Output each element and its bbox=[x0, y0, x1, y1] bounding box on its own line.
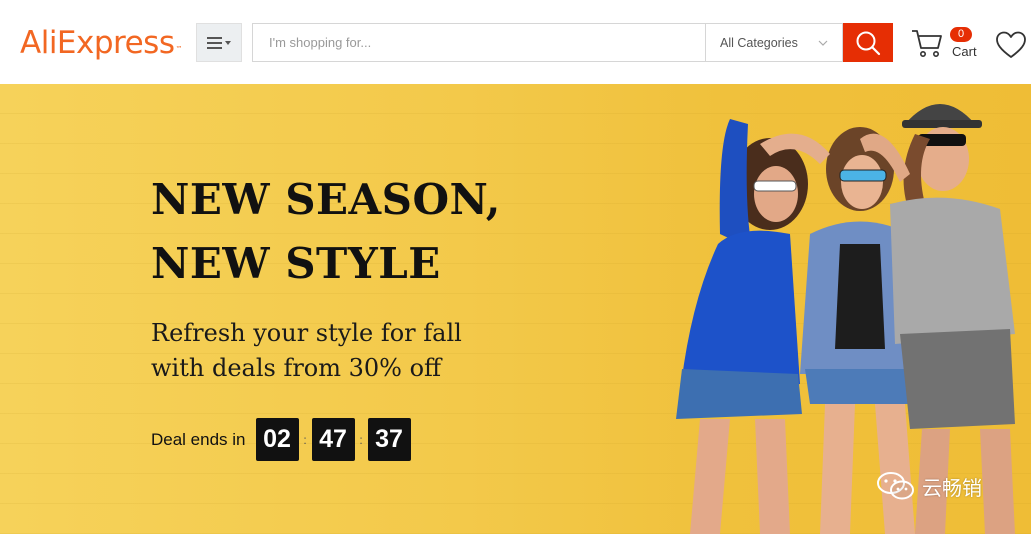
hamburger-dropdown-icon bbox=[207, 36, 231, 49]
category-selected-value: All Categories bbox=[720, 35, 798, 50]
watermark-text: 云畅销 bbox=[922, 475, 982, 500]
logo-text: AliExpress bbox=[20, 25, 175, 61]
top-header: AliExpress™ I'm shopping for... All Cate… bbox=[0, 0, 1031, 84]
deal-countdown: Deal ends in 02 : 47 : 37 bbox=[151, 418, 411, 461]
wechat-watermark: 云畅销 bbox=[876, 470, 982, 502]
aliexpress-logo[interactable]: AliExpress™ bbox=[20, 24, 182, 62]
trademark-mark: ™ bbox=[175, 45, 182, 53]
countdown-seconds: 37 bbox=[367, 418, 411, 461]
subtitle-line-2: with deals from 30% off bbox=[151, 354, 442, 382]
cart-label: Cart bbox=[952, 44, 977, 59]
wishlist-button[interactable] bbox=[996, 31, 1026, 64]
category-menu-button[interactable] bbox=[196, 23, 242, 62]
deal-ends-label: Deal ends in bbox=[151, 429, 246, 449]
countdown-hours: 02 bbox=[255, 418, 299, 461]
countdown-minutes: 47 bbox=[311, 418, 355, 461]
promo-banner[interactable]: NEW SEASON, NEW STYLE Refresh your style… bbox=[0, 84, 1031, 534]
models-photo bbox=[676, 104, 1015, 534]
cart-button[interactable]: 0 Cart bbox=[910, 24, 980, 64]
search-input[interactable]: I'm shopping for... bbox=[252, 23, 705, 62]
shopping-cart-icon bbox=[912, 30, 942, 57]
search-icon bbox=[856, 31, 881, 55]
category-select[interactable]: All Categories bbox=[705, 23, 843, 62]
cart-count-badge: 0 bbox=[950, 27, 972, 42]
chevron-down-icon bbox=[818, 40, 828, 46]
heart-icon bbox=[996, 31, 1026, 58]
wechat-logo-icon bbox=[877, 472, 914, 500]
subtitle-line-1: Refresh your style for fall bbox=[151, 319, 462, 347]
banner-subtitle: Refresh your style for fall with deals f… bbox=[151, 316, 462, 386]
headline-line-2: NEW STYLE bbox=[151, 239, 441, 288]
countdown-separator: : bbox=[359, 432, 363, 447]
countdown-separator: : bbox=[303, 432, 307, 447]
search-button[interactable] bbox=[843, 23, 893, 62]
headline-line-1: NEW SEASON, bbox=[151, 175, 501, 224]
banner-headline: NEW SEASON, NEW STYLE bbox=[151, 168, 501, 296]
